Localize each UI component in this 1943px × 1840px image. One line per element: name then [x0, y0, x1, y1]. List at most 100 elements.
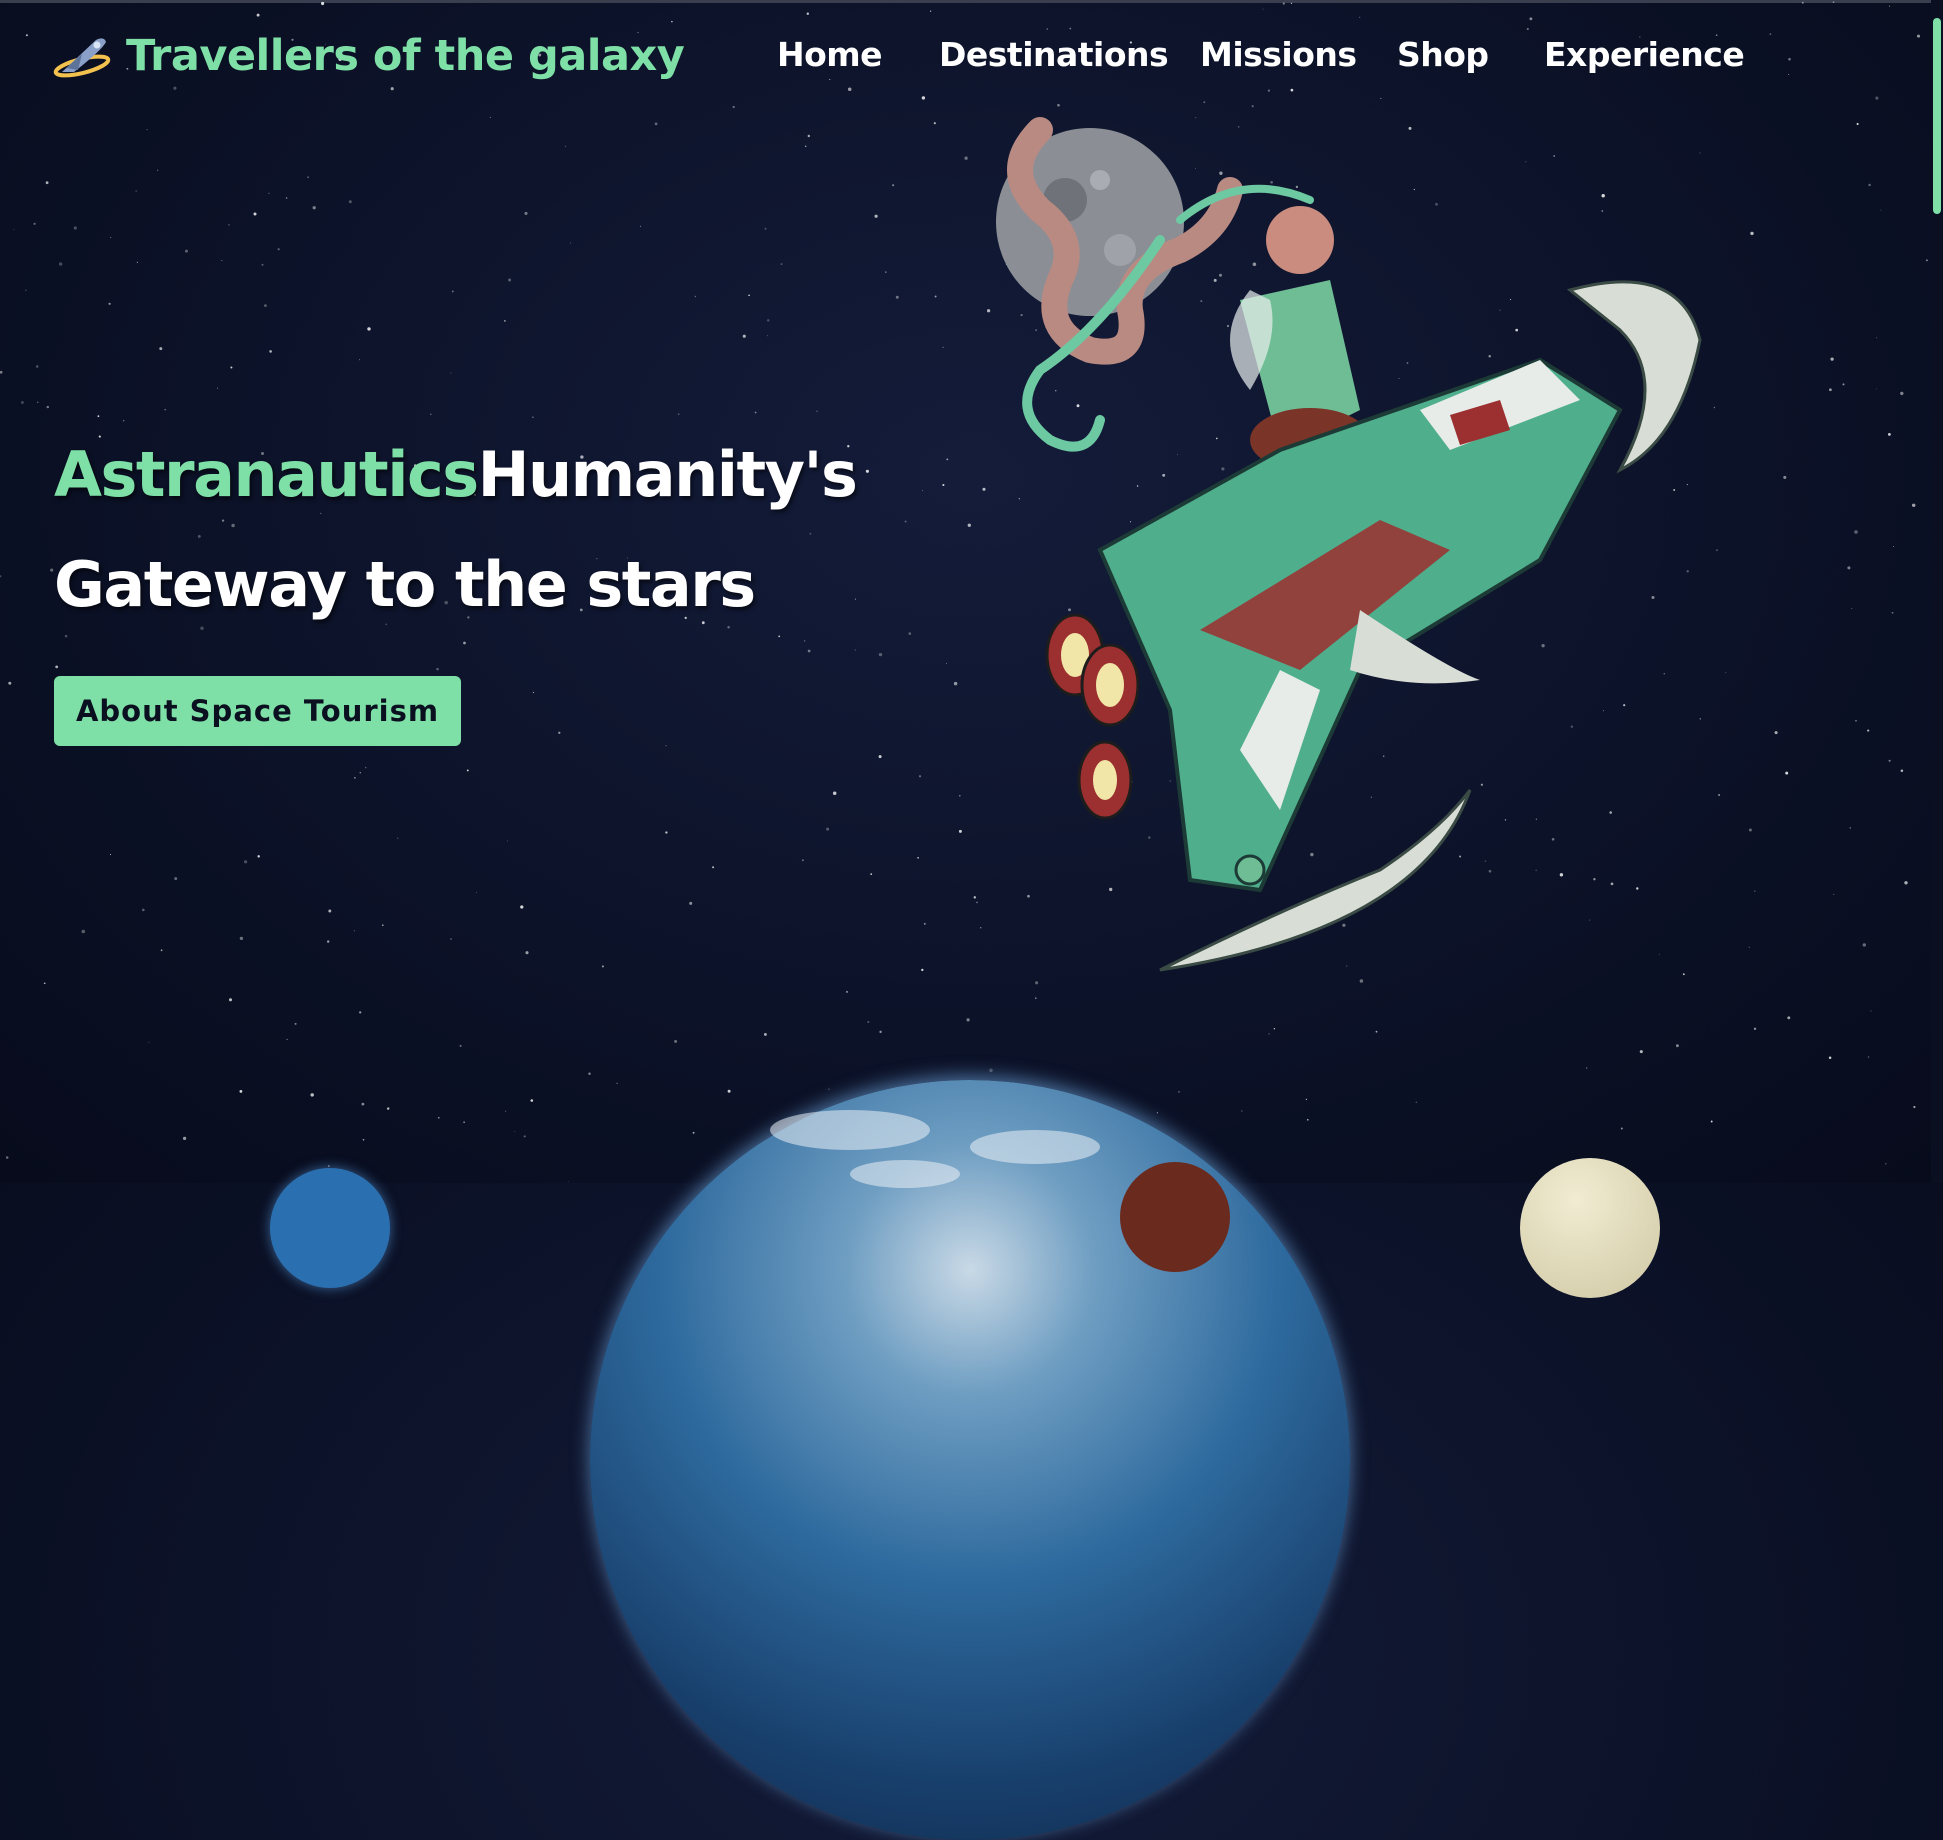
star — [532, 691, 534, 694]
star — [1855, 719, 1857, 722]
star — [569, 242, 571, 244]
star — [712, 866, 715, 869]
star — [508, 278, 512, 282]
star — [0, 575, 2, 578]
star — [13, 228, 15, 230]
star — [437, 1116, 440, 1119]
main-nav: Home Destinations Missions Shop Experien… — [0, 30, 1943, 80]
page-scrollbar[interactable] — [1931, 0, 1943, 1183]
star — [228, 223, 230, 226]
star — [244, 860, 248, 864]
star — [1375, 1030, 1378, 1033]
star — [1847, 566, 1851, 570]
star — [514, 1131, 516, 1132]
star — [1415, 1101, 1417, 1103]
star — [277, 248, 280, 251]
star — [359, 359, 361, 361]
about-space-tourism-button[interactable]: About Space Tourism — [54, 676, 461, 746]
star — [382, 924, 384, 926]
star — [1833, 893, 1835, 896]
star — [45, 181, 49, 185]
site-header: Travellers of the galaxy Home Destinatio… — [0, 0, 1943, 110]
star — [184, 249, 189, 253]
star — [934, 295, 937, 298]
star — [285, 197, 288, 199]
star — [359, 771, 362, 774]
star — [228, 998, 233, 1002]
girl-riding-spacecraft-illustration — [996, 117, 1702, 972]
star — [1900, 769, 1904, 772]
star — [942, 346, 944, 348]
star — [504, 320, 506, 322]
star — [885, 271, 887, 273]
star — [520, 905, 524, 909]
star — [588, 1072, 591, 1076]
pale-moon — [1520, 1158, 1660, 1298]
star — [109, 236, 112, 239]
star — [108, 302, 111, 305]
star — [46, 405, 50, 409]
star — [1887, 432, 1891, 436]
star — [1868, 183, 1871, 187]
star — [763, 1032, 767, 1036]
star — [1911, 503, 1916, 508]
nav-home[interactable]: Home — [777, 30, 883, 80]
star — [1900, 391, 1904, 396]
star — [489, 116, 491, 118]
star — [230, 366, 233, 369]
star — [1842, 383, 1845, 386]
star — [1620, 1127, 1623, 1130]
star — [264, 304, 267, 307]
star — [879, 1030, 882, 1034]
star — [328, 909, 332, 913]
star — [1774, 731, 1778, 735]
star — [973, 896, 977, 899]
star — [160, 949, 163, 952]
star — [159, 347, 163, 351]
star — [359, 1011, 362, 1014]
star — [895, 295, 899, 299]
star — [525, 951, 529, 955]
star — [524, 211, 528, 215]
star — [530, 1099, 534, 1102]
nav-shop[interactable]: Shop — [1397, 30, 1489, 80]
nav-destinations[interactable]: Destinations — [939, 30, 1169, 80]
star — [354, 777, 356, 779]
star — [504, 1110, 507, 1112]
star — [216, 387, 219, 389]
star — [692, 1131, 695, 1134]
star — [665, 745, 667, 747]
star — [1862, 943, 1867, 947]
star — [1639, 1050, 1643, 1054]
star — [807, 649, 811, 653]
star — [269, 350, 272, 353]
star — [310, 1093, 314, 1097]
star — [1305, 1098, 1308, 1101]
star — [854, 649, 856, 651]
star — [826, 827, 830, 831]
star — [253, 212, 257, 216]
star — [616, 1082, 618, 1085]
star — [164, 409, 166, 411]
blue-planet — [270, 1168, 390, 1288]
star — [694, 295, 697, 298]
star — [878, 755, 882, 759]
star — [286, 1038, 288, 1040]
star — [967, 523, 971, 527]
star — [364, 766, 367, 769]
star — [367, 327, 371, 331]
star — [1870, 1010, 1872, 1012]
star — [1891, 611, 1894, 614]
star — [564, 145, 566, 147]
star — [148, 1041, 150, 1043]
star — [1829, 388, 1832, 392]
star — [312, 206, 316, 210]
star — [327, 940, 330, 943]
star — [1880, 209, 1882, 211]
nav-missions[interactable]: Missions — [1200, 30, 1357, 80]
nav-experience[interactable]: Experience — [1544, 30, 1745, 80]
star — [558, 731, 561, 734]
star — [35, 365, 39, 368]
scrollbar-thumb[interactable] — [1933, 18, 1941, 214]
earth-planet — [590, 1080, 1350, 1840]
